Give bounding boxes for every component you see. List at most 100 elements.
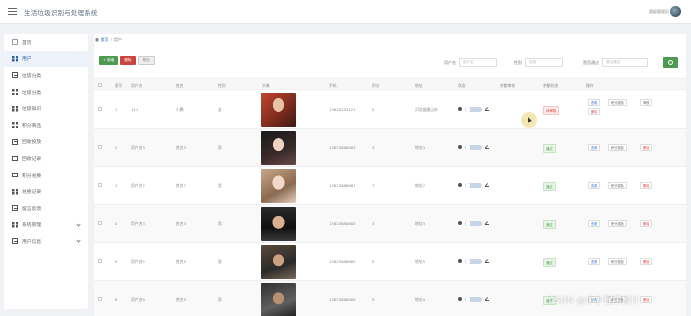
edit-icon[interactable]: [485, 259, 489, 264]
row-checkbox[interactable]: [98, 297, 102, 301]
export-button[interactable]: 导出: [137, 56, 155, 65]
breadcrumb-home[interactable]: 首页: [101, 37, 109, 43]
sidebar-item-8[interactable]: 积分兑换: [4, 167, 88, 184]
delete-row-button[interactable]: 删除: [640, 220, 653, 227]
row-checkbox[interactable]: [98, 259, 102, 263]
chevron-down-icon: [76, 221, 81, 227]
sidebar-item-6[interactable]: 回收投放: [4, 134, 88, 151]
share-icon[interactable]: [458, 259, 462, 264]
delete-row-button[interactable]: 删除: [640, 296, 653, 303]
cell-username: 用户名7: [131, 183, 145, 188]
status-switch[interactable]: [465, 258, 482, 264]
sidebar-item-label: 垃圾分类: [22, 73, 42, 79]
user-label[interactable]: 超级管理员: [649, 9, 669, 15]
share-icon[interactable]: [458, 221, 462, 226]
avatar[interactable]: [261, 283, 296, 316]
col-avatar: 头像: [262, 82, 270, 88]
search-button[interactable]: [663, 57, 678, 68]
menu-toggle-icon[interactable]: [8, 8, 17, 15]
avatar[interactable]: [261, 245, 296, 279]
cell-gender: 男: [218, 145, 222, 150]
avatar[interactable]: [261, 169, 296, 203]
col-audit: 余额审核: [500, 82, 516, 88]
gender-input[interactable]: 性别: [525, 58, 563, 67]
delete-row-button[interactable]: 删除: [640, 258, 653, 265]
status-switch[interactable]: [465, 220, 482, 226]
edit-icon[interactable]: [485, 297, 489, 302]
delete-row-button[interactable]: 删除: [640, 144, 653, 151]
col-gender: 性别: [218, 82, 226, 88]
share-icon[interactable]: [458, 107, 462, 112]
cell-username: 用户名3: [131, 221, 145, 226]
view-button[interactable]: 查看: [588, 99, 601, 106]
status-switch[interactable]: [465, 296, 482, 302]
view-button[interactable]: 查看: [588, 220, 601, 227]
breadcrumb-separator: /: [110, 37, 112, 42]
sidebar-item-5[interactable]: 积分商品: [4, 117, 88, 134]
col-points: 积分: [372, 82, 380, 88]
points-reward-button[interactable]: 积分奖励: [608, 258, 627, 265]
view-button[interactable]: 查看: [588, 144, 601, 151]
delete-row-button[interactable]: 删除: [588, 108, 601, 115]
points-reward-button[interactable]: 积分奖励: [608, 99, 627, 106]
sidebar-item-11[interactable]: 系统管理: [4, 217, 88, 234]
delete-button[interactable]: 删除: [120, 56, 136, 65]
add-button[interactable]: + 新增: [99, 56, 119, 65]
monitor-icon: [12, 156, 18, 161]
cell-username: 用户名3: [131, 145, 145, 150]
cell-username: 用户名5: [131, 259, 145, 264]
edit-icon[interactable]: [485, 107, 489, 112]
audit-status-badge: 待审核: [543, 106, 560, 115]
status-controls: [458, 106, 489, 112]
sidebar-item-10[interactable]: 留言反馈: [4, 200, 88, 217]
avatar[interactable]: [261, 207, 296, 241]
sidebar-item-12[interactable]: 用户信息: [4, 233, 88, 250]
sidebar-item-label: 垃圾知识: [22, 107, 42, 113]
sidebar-item-label: 系统管理: [22, 223, 42, 229]
sidebar-item-9[interactable]: 兑换记录: [4, 183, 88, 200]
view-button[interactable]: 查看: [588, 258, 601, 265]
status-select[interactable]: 是否通过: [602, 58, 648, 67]
cell-gender: 女: [218, 107, 222, 112]
points-reward-button[interactable]: 积分奖励: [608, 182, 627, 189]
delete-row-button[interactable]: 删除: [640, 182, 653, 189]
sidebar-item-1[interactable]: 用户: [4, 50, 88, 68]
share-icon[interactable]: [458, 145, 462, 150]
avatar[interactable]: [261, 93, 296, 127]
doc-icon: [12, 72, 18, 79]
share-icon[interactable]: [458, 297, 462, 302]
row-checkbox[interactable]: [98, 183, 102, 187]
points-reward-button[interactable]: 积分奖励: [608, 220, 627, 227]
edit-icon[interactable]: [485, 145, 489, 150]
row-checkbox[interactable]: [98, 145, 102, 149]
sidebar-item-3[interactable]: 垃圾分类: [4, 84, 88, 101]
doc-icon: [12, 205, 18, 212]
sidebar-item-7[interactable]: 回收记录: [4, 150, 88, 167]
cell-username: 111: [131, 107, 139, 112]
username-input[interactable]: 用户名: [459, 58, 497, 67]
view-button[interactable]: 查看: [588, 182, 601, 189]
cell-points: 5: [372, 259, 375, 264]
row-checkbox[interactable]: [98, 221, 102, 225]
edit-icon[interactable]: [485, 221, 489, 226]
toolbar: + 新增 删除 导出: [99, 56, 155, 65]
sidebar-item-0[interactable]: 首页: [4, 34, 88, 51]
points-reward-button[interactable]: 积分奖励: [608, 144, 627, 151]
status-switch[interactable]: [465, 106, 482, 112]
edit-icon[interactable]: [485, 183, 489, 188]
sidebar-item-label: 用户信息: [22, 239, 42, 245]
select-all-checkbox[interactable]: [98, 82, 102, 87]
row-checkbox[interactable]: [98, 107, 102, 111]
table-row: 1 111 小鹏女 13625252121 0 河北省唐山市 待审核 查看 积分奖励 审核 删除: [94, 91, 686, 129]
user-avatar[interactable]: [670, 6, 681, 17]
status-switch[interactable]: [465, 182, 482, 188]
cell-gender: 男: [218, 183, 222, 188]
sidebar-item-2[interactable]: 垃圾分类: [4, 67, 88, 84]
status-switch[interactable]: [465, 144, 482, 150]
share-icon[interactable]: [458, 183, 462, 188]
sidebar-item-4[interactable]: 垃圾知识: [4, 100, 88, 117]
review-button[interactable]: 审核: [640, 99, 653, 106]
audit-status-badge: 通过: [543, 258, 556, 267]
sidebar-item-label: 回收记录: [22, 156, 42, 162]
avatar[interactable]: [261, 131, 296, 165]
